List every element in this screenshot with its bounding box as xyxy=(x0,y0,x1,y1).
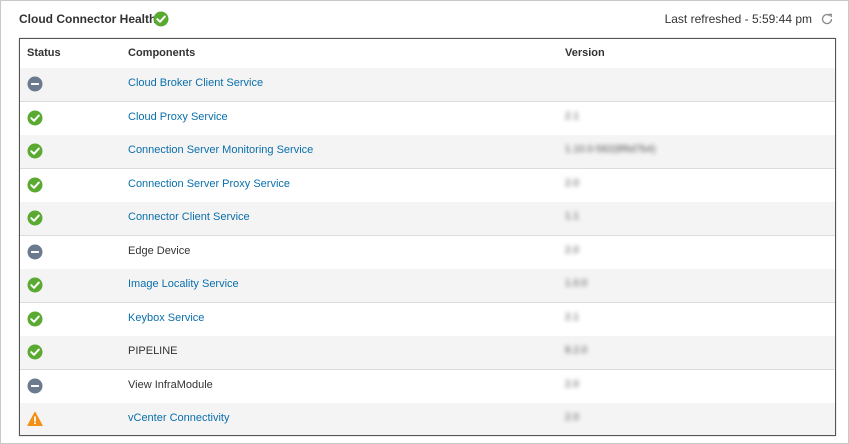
component-version: 2.0 xyxy=(565,244,579,256)
table-row: Connection Server Proxy Service 2.0 xyxy=(20,169,835,203)
component-link[interactable]: Keybox Service xyxy=(128,312,204,324)
component-version: 2.0 xyxy=(565,378,579,390)
component-version: 2.0 xyxy=(565,177,579,189)
components-table: Status Components Version Cloud Broker C… xyxy=(19,38,836,436)
refresh-icon[interactable] xyxy=(820,12,834,26)
column-header-version[interactable]: Version xyxy=(565,47,605,59)
table-header: Status Components Version xyxy=(20,39,835,69)
component-link[interactable]: vCenter Connectivity xyxy=(128,412,230,424)
component-link[interactable]: Cloud Broker Client Service xyxy=(128,77,263,89)
status-ok-icon xyxy=(27,344,43,360)
component-link[interactable]: Connection Server Monitoring Service xyxy=(128,144,313,156)
component-version: 2.1 xyxy=(565,311,579,323)
component-version: 2.1 xyxy=(565,110,579,122)
status-ok-icon xyxy=(27,143,43,159)
component-version: 1.0.0 xyxy=(565,278,588,289)
table-row: View InfraModule 2.0 xyxy=(20,370,835,404)
table-row: Keybox Service 2.1 xyxy=(20,303,835,337)
table-row: Image Locality Service 1.0.0 xyxy=(20,269,835,303)
component-version: 8.2.0 xyxy=(565,345,588,356)
status-ok-icon xyxy=(27,177,43,193)
table-row: Connector Client Service 1.1 xyxy=(20,202,835,236)
component-name: PIPELINE xyxy=(128,345,178,357)
table-row: Cloud Proxy Service 2.1 xyxy=(20,102,835,136)
column-header-components[interactable]: Components xyxy=(128,47,195,59)
component-name: Edge Device xyxy=(128,244,191,257)
status-warning-icon xyxy=(27,411,43,427)
panel-header: Cloud Connector Health Last refreshed - … xyxy=(1,1,848,37)
component-link[interactable]: Image Locality Service xyxy=(128,278,239,290)
health-ok-icon xyxy=(153,11,169,27)
table-row: PIPELINE 8.2.0 xyxy=(20,336,835,370)
status-ok-icon xyxy=(27,110,43,126)
status-ok-icon xyxy=(27,277,43,293)
component-link[interactable]: Cloud Proxy Service xyxy=(128,111,228,123)
status-disabled-icon xyxy=(27,76,43,92)
component-version: 1.1 xyxy=(565,211,579,222)
status-ok-icon xyxy=(27,311,43,327)
table-row: Edge Device 2.0 xyxy=(20,236,835,270)
status-ok-icon xyxy=(27,210,43,226)
component-link[interactable]: Connector Client Service xyxy=(128,211,250,223)
table-row: Connection Server Monitoring Service 1.10… xyxy=(20,135,835,169)
column-header-status[interactable]: Status xyxy=(27,47,61,59)
cloud-connector-health-panel: Cloud Connector Health Last refreshed - … xyxy=(0,0,849,444)
table-row: Cloud Broker Client Service xyxy=(20,68,835,102)
component-version: 2.0 xyxy=(565,412,579,423)
status-disabled-icon xyxy=(27,378,43,394)
last-refreshed-text: Last refreshed - 5:59:44 pm xyxy=(664,12,812,26)
panel-title: Cloud Connector Health xyxy=(19,12,157,26)
component-version: 1.10.0-582(8f6d7b4) xyxy=(565,144,656,155)
component-link[interactable]: Connection Server Proxy Service xyxy=(128,178,290,190)
component-name: View InfraModule xyxy=(128,378,213,391)
status-disabled-icon xyxy=(27,244,43,260)
table-row: vCenter Connectivity 2.0 xyxy=(20,403,835,435)
